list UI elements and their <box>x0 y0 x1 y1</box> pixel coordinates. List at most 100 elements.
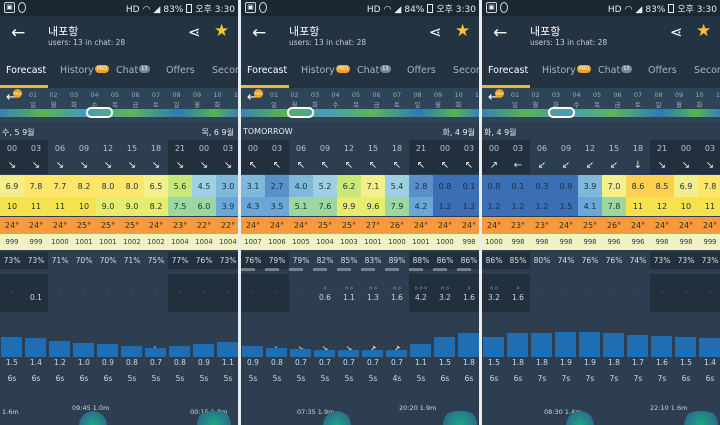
day-number[interactable]: 10 <box>693 91 707 99</box>
tab-history[interactable]: History PRO <box>542 65 592 76</box>
wifi-icon: ◠ <box>624 5 633 15</box>
day-name[interactable]: 금 <box>611 99 625 109</box>
wind-speed-row: 6.9 7.8 7.7 8.2 8.0 8.0 6.5 5.6 4.5 3.0 <box>0 175 238 197</box>
day-name[interactable]: 목 <box>590 99 604 109</box>
day-window-handle[interactable] <box>287 107 314 118</box>
day-name[interactable]: 수 <box>329 99 343 109</box>
day-number[interactable]: 10 <box>452 91 466 99</box>
day-name[interactable]: 일 <box>267 99 281 109</box>
day-number[interactable]: 02 <box>529 91 543 99</box>
battery-percent: 84% <box>404 5 425 15</box>
day-number[interactable]: 10 <box>211 91 225 99</box>
day-name[interactable]: 월 <box>431 99 445 109</box>
back-arrow-icon[interactable]: ← <box>493 23 507 43</box>
tab-offers[interactable]: Offers <box>407 65 436 76</box>
share-icon[interactable]: ⋖ <box>188 23 201 41</box>
day-strip[interactable]: ← PRO 0102030405060708091011일월화수목금토일월화 <box>482 88 720 122</box>
wave-height-chart <box>482 324 720 357</box>
day-number[interactable]: 08 <box>652 91 666 99</box>
tab-second[interactable]: Second <box>694 65 720 76</box>
day-number[interactable]: 01 <box>267 91 281 99</box>
day-window-handle[interactable] <box>86 107 113 118</box>
day-strip[interactable]: ← PRO 0102030405060708091011일월화수목금토일월화 <box>241 88 479 122</box>
day-name[interactable]: 화 <box>67 99 81 109</box>
day-number[interactable]: 01 <box>508 91 522 99</box>
day-number[interactable]: 03 <box>67 91 81 99</box>
day-number[interactable]: 11 <box>472 91 479 99</box>
tab-second[interactable]: Second <box>453 65 479 76</box>
wave-period-cell: 7s <box>633 373 643 383</box>
wind-gust-cell: 1.5 <box>554 197 578 216</box>
day-number[interactable]: 09 <box>672 91 686 99</box>
date-left: 화, 4 9월 <box>484 128 517 137</box>
tab-offers[interactable]: Offers <box>648 65 677 76</box>
rain-drop-icon: ◦◦ <box>392 283 402 293</box>
day-number[interactable]: 05 <box>590 91 604 99</box>
day-name[interactable]: 일 <box>652 99 666 109</box>
tab-history[interactable]: History PRO <box>60 65 110 76</box>
share-icon[interactable]: ⋖ <box>670 23 683 41</box>
day-number[interactable]: 04 <box>88 91 102 99</box>
day-number[interactable]: 01 <box>26 91 40 99</box>
day-number[interactable]: 07 <box>149 91 163 99</box>
tab-forecast[interactable]: Forecast <box>6 65 46 76</box>
tab-forecast[interactable]: Forecast <box>488 65 528 76</box>
day-number[interactable]: 07 <box>631 91 645 99</box>
day-number[interactable]: 06 <box>129 91 143 99</box>
day-number[interactable]: 07 <box>390 91 404 99</box>
day-number[interactable]: 09 <box>190 91 204 99</box>
tab-chat[interactable]: Chat 13 <box>598 65 632 76</box>
tab-offers[interactable]: Offers <box>166 65 195 76</box>
day-number[interactable]: 04 <box>329 91 343 99</box>
day-number[interactable]: 06 <box>611 91 625 99</box>
day-number[interactable]: 09 <box>431 91 445 99</box>
day-name[interactable]: 토 <box>631 99 645 109</box>
tab-chat[interactable]: Chat 13 <box>357 65 391 76</box>
day-window-handle[interactable] <box>548 107 575 118</box>
day-name[interactable]: 토 <box>149 99 163 109</box>
share-icon[interactable]: ⋖ <box>429 23 442 41</box>
day-name[interactable]: 화 <box>452 99 466 109</box>
day-number[interactable]: 02 <box>47 91 61 99</box>
status-right: HD ◠ ◢ 84% 오후 3:30 <box>364 2 476 15</box>
tab-forecast[interactable]: Forecast <box>247 65 287 76</box>
tab-second[interactable]: Second <box>212 65 238 76</box>
rain-cell: ◦ <box>650 274 674 312</box>
day-number[interactable]: 03 <box>549 91 563 99</box>
tab-chat[interactable]: Chat 13 <box>116 65 150 76</box>
day-name[interactable]: 토 <box>390 99 404 109</box>
day-number[interactable]: 08 <box>170 91 184 99</box>
day-name[interactable]: 월 <box>47 99 61 109</box>
favorite-star-icon[interactable]: ★ <box>696 21 711 41</box>
day-number[interactable]: 05 <box>349 91 363 99</box>
day-name[interactable]: 월 <box>529 99 543 109</box>
day-name[interactable]: 월 <box>190 99 204 109</box>
day-name[interactable]: 화 <box>211 99 225 109</box>
back-arrow-icon[interactable]: ← <box>11 23 25 43</box>
day-name[interactable]: 금 <box>129 99 143 109</box>
day-number[interactable]: 04 <box>570 91 584 99</box>
day-name[interactable]: 일 <box>508 99 522 109</box>
day-number[interactable]: 02 <box>288 91 302 99</box>
day-number[interactable]: 08 <box>411 91 425 99</box>
day-name[interactable]: 월 <box>672 99 686 109</box>
day-number[interactable]: 05 <box>108 91 122 99</box>
day-name[interactable]: 일 <box>170 99 184 109</box>
favorite-star-icon[interactable]: ★ <box>455 21 470 41</box>
tab-history[interactable]: History PRO <box>301 65 351 76</box>
rain-cell: ◦ <box>602 274 626 312</box>
day-strip[interactable]: ← PRO 0102030405060708091011일월화수목금토일월화 <box>0 88 238 122</box>
favorite-star-icon[interactable]: ★ <box>214 21 229 41</box>
day-name[interactable]: 금 <box>370 99 384 109</box>
day-number[interactable]: 03 <box>308 91 322 99</box>
day-number[interactable]: 06 <box>370 91 384 99</box>
day-name[interactable]: 목 <box>349 99 363 109</box>
wind-gust-cell: 11 <box>626 197 650 216</box>
status-bar: ▣ HD ◠ ◢ 83% 오후 3:30 <box>0 0 238 16</box>
back-arrow-icon[interactable]: ← <box>252 23 266 43</box>
day-number[interactable]: 11 <box>231 91 238 99</box>
day-number[interactable]: 11 <box>713 91 720 99</box>
day-name[interactable]: 일 <box>411 99 425 109</box>
day-name[interactable]: 화 <box>693 99 707 109</box>
day-name[interactable]: 일 <box>26 99 40 109</box>
